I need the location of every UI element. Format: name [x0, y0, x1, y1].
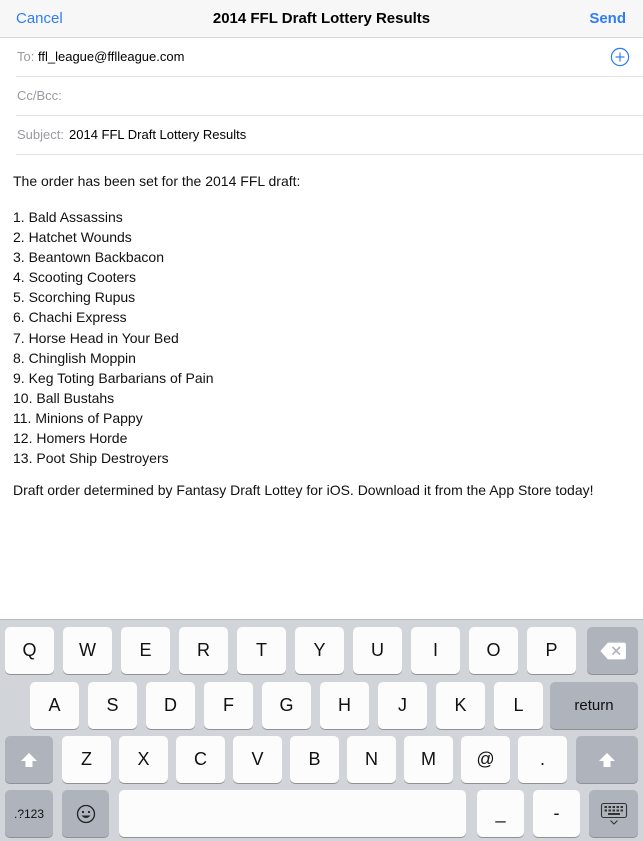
draft-order-list: 1. Bald Assassins 2. Hatchet Wounds 3. B… — [13, 207, 594, 468]
key-u[interactable]: U — [353, 627, 402, 674]
key-at[interactable]: @ — [461, 736, 510, 783]
emoji-key[interactable] — [62, 790, 109, 837]
send-button[interactable]: Send — [589, 10, 626, 27]
key-y[interactable]: Y — [295, 627, 344, 674]
key-t[interactable]: T — [237, 627, 286, 674]
subject-field[interactable]: Subject: 2014 FFL Draft Lottery Results — [0, 116, 643, 155]
list-item: 13. Poot Ship Destroyers — [13, 450, 169, 467]
shift-key-left[interactable] — [5, 736, 53, 783]
return-key[interactable]: return — [550, 682, 638, 729]
key-n[interactable]: N — [347, 736, 396, 783]
dismiss-keyboard-key[interactable] — [589, 790, 638, 837]
key-period[interactable]: . — [518, 736, 567, 783]
subject-label: Subject: — [17, 127, 64, 142]
key-m[interactable]: M — [404, 736, 453, 783]
add-contact-icon[interactable] — [610, 47, 630, 67]
list-item: 5. Scorching Rupus — [13, 289, 136, 306]
message-body[interactable]: The order has been set for the 2014 FFL … — [13, 173, 594, 498]
list-item: 4. Scooting Cooters — [13, 269, 136, 286]
key-z[interactable]: Z — [62, 736, 111, 783]
key-s[interactable]: S — [88, 682, 137, 729]
key-q[interactable]: Q — [5, 627, 54, 674]
shift-icon — [21, 752, 37, 767]
key-a[interactable]: A — [30, 682, 79, 729]
key-x[interactable]: X — [119, 736, 168, 783]
key-v[interactable]: V — [233, 736, 282, 783]
key-c[interactable]: C — [176, 736, 225, 783]
key-b[interactable]: B — [290, 736, 339, 783]
list-item: 2. Hatchet Wounds — [13, 229, 132, 246]
list-item: 9. Keg Toting Barbarians of Pain — [13, 369, 214, 386]
key-g[interactable]: G — [262, 682, 311, 729]
key-f[interactable]: F — [204, 682, 253, 729]
list-item: 7. Horse Head in Your Bed — [13, 329, 179, 346]
key-hyphen[interactable]: - — [533, 790, 580, 837]
list-item: 3. Beantown Backbacon — [13, 249, 164, 266]
nav-bar: Cancel 2014 FFL Draft Lottery Results Se… — [0, 0, 643, 38]
shift-icon — [599, 752, 615, 767]
key-l[interactable]: L — [494, 682, 543, 729]
list-item: 12. Homers Horde — [13, 430, 128, 447]
key-p[interactable]: P — [527, 627, 576, 674]
keyboard-dismiss-icon — [600, 802, 627, 825]
message-intro: The order has been set for the 2014 FFL … — [13, 173, 301, 189]
list-item: 10. Ball Bustahs — [13, 389, 115, 406]
key-j[interactable]: J — [378, 682, 427, 729]
to-field[interactable]: To: ffl_league@fflleague.com — [0, 38, 643, 77]
cc-bcc-field[interactable]: Cc/Bcc: — [0, 77, 643, 116]
shift-key-right[interactable] — [576, 736, 638, 783]
key-h[interactable]: H — [320, 682, 369, 729]
emoji-icon — [76, 804, 95, 823]
key-o[interactable]: O — [469, 627, 518, 674]
keyboard: Q W E R T Y U I O P A S D F G H J K L re… — [0, 619, 643, 841]
list-item: 6. Chachi Express — [13, 309, 127, 326]
divider — [16, 154, 643, 155]
key-k[interactable]: K — [436, 682, 485, 729]
key-underscore[interactable]: _ — [477, 790, 524, 837]
page-title: 2014 FFL Draft Lottery Results — [212, 10, 431, 27]
key-i[interactable]: I — [411, 627, 460, 674]
list-item: 8. Chinglish Moppin — [13, 349, 136, 366]
subject-input[interactable]: 2014 FFL Draft Lottery Results — [69, 127, 246, 142]
key-r[interactable]: R — [179, 627, 228, 674]
key-e[interactable]: E — [121, 627, 170, 674]
message-footer: Draft order determined by Fantasy Draft … — [13, 482, 594, 499]
list-item: 1. Bald Assassins — [13, 209, 123, 225]
key-w[interactable]: W — [63, 627, 112, 674]
key-d[interactable]: D — [146, 682, 195, 729]
delete-key[interactable] — [587, 627, 638, 674]
to-label: To: — [17, 49, 35, 64]
list-item: 11. Minions of Pappy — [13, 409, 143, 426]
delete-icon — [599, 642, 626, 659]
cc-bcc-label: Cc/Bcc: — [17, 88, 62, 103]
space-bar[interactable] — [119, 790, 466, 837]
numbers-key[interactable]: .?123 — [5, 790, 53, 837]
to-recipient[interactable]: ffl_league@fflleague.com — [38, 49, 184, 64]
